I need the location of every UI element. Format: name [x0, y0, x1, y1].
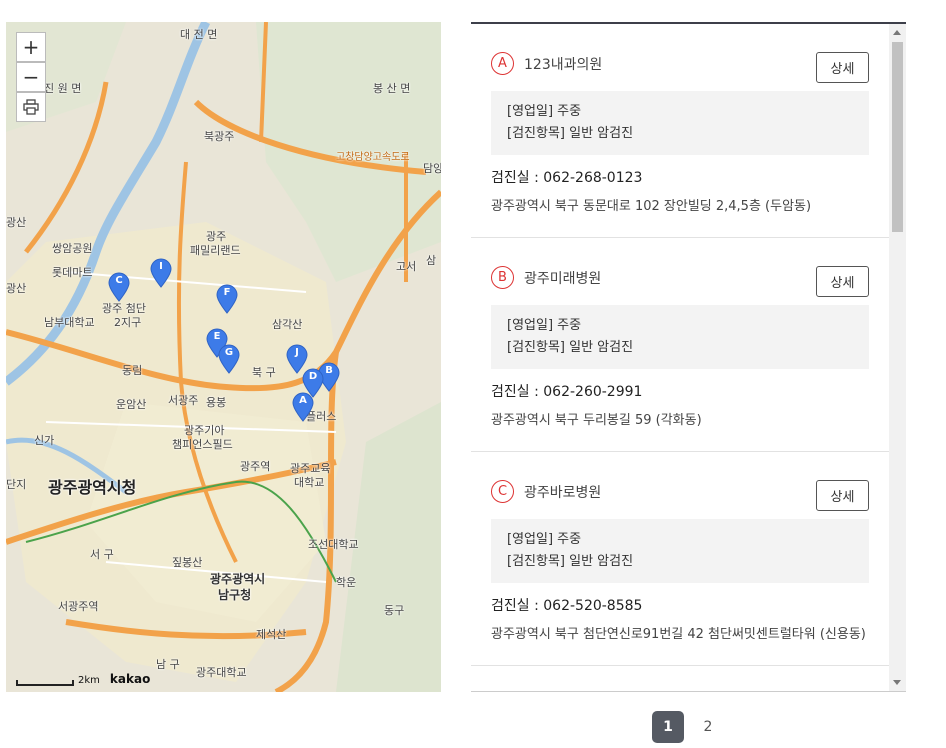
- map-label: 짚봉산: [172, 556, 203, 569]
- map-label: 학운: [336, 576, 357, 589]
- marker-letter: J: [295, 347, 299, 358]
- item-letter-badge: C: [491, 480, 514, 503]
- map-label: 광주역: [240, 460, 271, 473]
- map-label: 진 원 면: [44, 82, 82, 95]
- phone-number: 검진실 : 062-520-8585: [491, 598, 643, 614]
- map-label: 남구청: [218, 588, 252, 602]
- map-label: 담양: [423, 162, 441, 175]
- checkup-items: [검진항목] 일반 암검진: [507, 340, 634, 355]
- info-box: [영업일] 주중 [검진항목] 일반 암검진: [491, 519, 869, 583]
- map-label: 동림: [122, 364, 143, 377]
- address: 광주광역시 북구 동문대로 102 장안빌딩 2,4,5층 (두암동): [491, 199, 812, 214]
- map-label: 광산: [6, 216, 27, 229]
- map-label: 북 구: [252, 366, 276, 379]
- detail-button[interactable]: 상세: [816, 266, 869, 297]
- kakao-logo: kakao: [109, 672, 151, 686]
- map-label: 단지: [6, 478, 27, 491]
- marker-letter: I: [159, 261, 163, 272]
- hospital-name: 광주바로병원: [524, 484, 602, 501]
- print-button[interactable]: [16, 92, 46, 122]
- map-label: 제석산: [256, 628, 287, 641]
- scroll-thumb[interactable]: [892, 42, 903, 232]
- map-label: 남부대학교: [44, 316, 95, 329]
- map-marker-i[interactable]: I: [150, 258, 172, 288]
- pagination: 12: [652, 711, 724, 743]
- phone-number: 검진실 : 062-268-0123: [491, 170, 643, 186]
- item-header: B 광주미래병원: [491, 266, 869, 289]
- map-label: 조선대학교: [308, 538, 359, 551]
- marker-letter: C: [115, 275, 123, 286]
- map-label: 삼: [426, 254, 437, 267]
- map-label: 쌍암공원: [52, 242, 93, 255]
- list-scrollbar[interactable]: [889, 24, 906, 691]
- list-item: C 광주바로병원 상세 [영업일] 주중 [검진항목] 일반 암검진 검진실 :…: [471, 452, 889, 666]
- detail-button[interactable]: 상세: [816, 480, 869, 511]
- business-days: [영업일] 주중: [507, 104, 582, 119]
- map-label: 대학교: [294, 476, 325, 489]
- map-label: 서 구: [90, 548, 114, 561]
- map-marker-c[interactable]: C: [108, 272, 130, 302]
- marker-letter: G: [224, 347, 234, 358]
- list-item: A 123내과의원 상세 [영업일] 주중 [검진항목] 일반 암검진 검진실 …: [471, 24, 889, 238]
- business-days: [영업일] 주중: [507, 318, 582, 333]
- map-label: 고서: [396, 260, 417, 273]
- map-label: 대 전 면: [180, 28, 218, 41]
- result-list[interactable]: A 123내과의원 상세 [영업일] 주중 [검진항목] 일반 암검진 검진실 …: [471, 22, 906, 692]
- page-2[interactable]: 2: [692, 711, 724, 743]
- marker-letter: E: [213, 331, 221, 342]
- map-label: 운암산: [116, 398, 147, 411]
- map-label: 패밀리랜드: [190, 244, 241, 257]
- info-box: [영업일] 주중 [검진항목] 일반 암검진: [491, 91, 869, 155]
- map-label: 신가: [34, 434, 55, 447]
- map-label: 광주광역시: [210, 572, 266, 586]
- map-label: 광주대학교: [196, 666, 247, 679]
- map-scale: 2km kakao: [16, 672, 150, 686]
- map-label: 광산: [6, 282, 27, 295]
- map-view[interactable]: 대 전 면 진 원 면 봉 산 면 북광주 고창담양고속도로 담양 광산 쌍암공…: [6, 22, 441, 692]
- map-label: 롯데마트: [52, 266, 93, 279]
- scale-bar: [16, 680, 74, 686]
- zoom-out-button[interactable]: −: [16, 62, 46, 92]
- scale-label: 2km: [78, 675, 100, 686]
- map-label: 용봉: [206, 396, 227, 409]
- map-marker-f[interactable]: F: [216, 284, 238, 314]
- map-label: 서광주역: [58, 600, 99, 613]
- scroll-up-icon[interactable]: [893, 30, 901, 35]
- item-header: C 광주바로병원: [491, 480, 869, 503]
- address: 광주광역시 북구 첨단연신로91번길 42 첨단써밋센트럴타워 (신용동): [491, 627, 866, 642]
- item-letter-badge: A: [491, 52, 514, 75]
- map-label: 봉 산 면: [373, 82, 411, 95]
- item-header: A 123내과의원: [491, 52, 869, 75]
- map-label: 북광주: [204, 130, 235, 143]
- map-label: 삼각산: [272, 318, 303, 331]
- map-label: 남 구: [156, 658, 180, 671]
- map-marker-g[interactable]: G: [218, 344, 240, 374]
- printer-icon: [23, 99, 39, 115]
- item-letter-badge: B: [491, 266, 514, 289]
- map-label: 동구: [384, 604, 405, 617]
- checkup-items: [검진항목] 일반 암검진: [507, 126, 634, 141]
- zoom-in-button[interactable]: +: [16, 32, 46, 62]
- hospital-name: 123내과의원: [524, 56, 603, 73]
- map-marker-j[interactable]: J: [286, 344, 308, 374]
- page-1[interactable]: 1: [652, 711, 684, 743]
- marker-letter: F: [223, 287, 231, 298]
- info-box: [영업일] 주중 [검진항목] 일반 암검진: [491, 305, 869, 369]
- list-item: B 광주미래병원 상세 [영업일] 주중 [검진항목] 일반 암검진 검진실 :…: [471, 238, 889, 452]
- detail-button[interactable]: 상세: [816, 52, 869, 83]
- business-days: [영업일] 주중: [507, 532, 582, 547]
- map-label: 고창담양고속도로: [336, 152, 410, 163]
- map-label: 2지구: [114, 316, 142, 329]
- scroll-down-icon[interactable]: [893, 680, 901, 685]
- city-hall-label: 광주광역시청: [48, 478, 137, 497]
- address: 광주광역시 북구 두리봉길 59 (각화동): [491, 413, 702, 428]
- hospital-name: 광주미래병원: [524, 270, 602, 287]
- phone-number: 검진실 : 062-260-2991: [491, 384, 643, 400]
- map-label: 서광주: [168, 394, 199, 407]
- checkup-items: [검진항목] 일반 암검진: [507, 554, 634, 569]
- map-label: 챔피언스필드: [172, 438, 233, 451]
